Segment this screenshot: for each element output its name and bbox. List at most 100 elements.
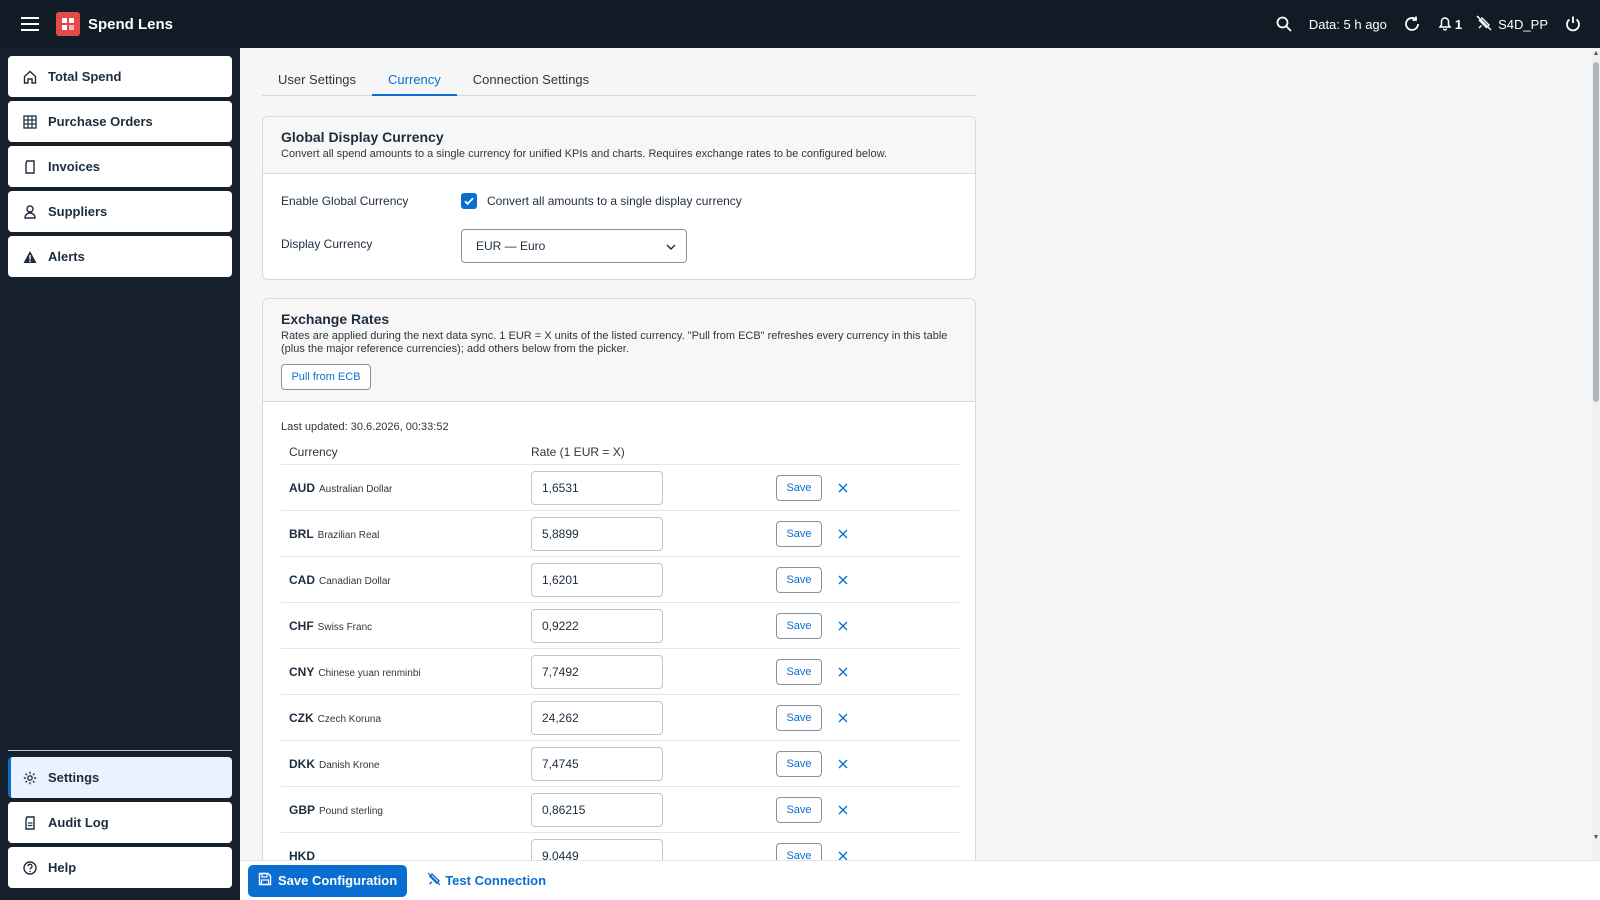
- sidebar-item-settings[interactable]: Settings: [8, 757, 232, 798]
- sidebar-item-label: Help: [48, 860, 77, 875]
- row-actions: Save: [776, 842, 850, 861]
- rate-input[interactable]: 5,8899: [531, 516, 663, 551]
- save-rate-button[interactable]: Save: [776, 796, 822, 823]
- user-menu[interactable]: S4D_PP: [1476, 15, 1548, 34]
- pull-from-ecb-button[interactable]: Pull from ECB: [281, 364, 371, 390]
- remove-rate-icon[interactable]: [836, 803, 850, 817]
- currency-code: GBP: [289, 803, 316, 817]
- currency-code: CNY: [289, 665, 315, 679]
- rate-input[interactable]: 7,4745: [531, 746, 663, 781]
- sidebar-item-audit-log[interactable]: Audit Log: [8, 802, 232, 843]
- app-logo[interactable]: [56, 12, 80, 36]
- tab-connection-settings[interactable]: Connection Settings: [457, 62, 605, 96]
- test-connection-button[interactable]: Test Connection: [427, 865, 546, 897]
- table-row: AUD Australian Dollar 1,6531 Save: [281, 465, 959, 511]
- row-actions: Save: [776, 796, 850, 823]
- table-row: HKD 9,0449 Save: [281, 833, 959, 860]
- scrollbar-thumb[interactable]: [1593, 62, 1599, 402]
- remove-rate-icon[interactable]: [836, 481, 850, 495]
- refresh-icon[interactable]: [1401, 13, 1423, 35]
- table-header-row: Currency Rate (1 EUR = X): [281, 439, 959, 465]
- table-row: CNY Chinese yuan renminbi 7,7492 Save: [281, 649, 959, 695]
- table-row: BRL Brazilian Real 5,8899 Save: [281, 511, 959, 557]
- remove-rate-icon[interactable]: [836, 711, 850, 725]
- display-currency-select[interactable]: EUR — Euro: [461, 229, 687, 263]
- sidebar-item-alerts[interactable]: Alerts: [8, 236, 232, 277]
- sidebar-item-invoices[interactable]: Invoices: [8, 146, 232, 187]
- rate-cell: 7,7492: [531, 654, 776, 689]
- sidebar-item-purchase-orders[interactable]: Purchase Orders: [8, 101, 232, 142]
- table-row: DKK Danish Krone 7,4745 Save: [281, 741, 959, 787]
- connection-icon: [427, 872, 441, 889]
- exchange-rates-table: Currency Rate (1 EUR = X) AUD Australian …: [281, 439, 959, 860]
- remove-rate-icon[interactable]: [836, 665, 850, 679]
- save-rate-button[interactable]: Save: [776, 612, 822, 639]
- settings-tabs: User Settings Currency Connection Settin…: [262, 62, 976, 96]
- save-rate-button[interactable]: Save: [776, 474, 822, 501]
- display-currency-label: Display Currency: [281, 237, 373, 251]
- gear-icon: [22, 770, 38, 786]
- scroll-up-icon[interactable]: ▲: [1592, 50, 1600, 58]
- remove-rate-icon[interactable]: [836, 573, 850, 587]
- notifications-button[interactable]: 1: [1437, 15, 1462, 34]
- row-actions: Save: [776, 474, 850, 501]
- currency-cell: GBP Pound sterling: [281, 802, 531, 817]
- warning-icon: [22, 249, 38, 265]
- remove-rate-icon[interactable]: [836, 619, 850, 633]
- rate-input[interactable]: 9,0449: [531, 838, 663, 860]
- remove-rate-icon[interactable]: [836, 849, 850, 861]
- save-rate-button[interactable]: Save: [776, 658, 822, 685]
- sidebar-item-label: Suppliers: [48, 204, 108, 219]
- page-scrollbar[interactable]: ▲ ▼: [1592, 48, 1600, 860]
- currency-code: BRL: [289, 527, 314, 541]
- display-currency-value: EUR — Euro: [476, 239, 546, 253]
- user-name: S4D_PP: [1498, 16, 1548, 32]
- scroll-down-icon[interactable]: ▼: [1592, 834, 1600, 842]
- currency-name: Chinese yuan renminbi: [318, 668, 421, 679]
- sidebar-item-total-spend[interactable]: Total Spend: [8, 56, 232, 97]
- rate-input[interactable]: 7,7492: [531, 654, 663, 689]
- currency-code: CAD: [289, 573, 315, 587]
- save-rate-button[interactable]: Save: [776, 842, 822, 860]
- rate-input[interactable]: 0,86215: [531, 792, 663, 827]
- rate-input[interactable]: 1,6531: [531, 470, 663, 505]
- rate-cell: 0,86215: [531, 792, 776, 827]
- chevron-down-icon: [666, 239, 676, 253]
- column-header-rate: Rate (1 EUR = X): [531, 444, 625, 459]
- save-rate-button[interactable]: Save: [776, 704, 822, 731]
- remove-rate-icon[interactable]: [836, 527, 850, 541]
- document-icon: [22, 159, 38, 175]
- rate-cell: 1,6531: [531, 470, 776, 505]
- row-actions: Save: [776, 704, 850, 731]
- rate-input[interactable]: 1,6201: [531, 562, 663, 597]
- tab-user-settings[interactable]: User Settings: [262, 62, 372, 96]
- sidebar-item-label: Invoices: [48, 159, 101, 174]
- row-actions: Save: [776, 520, 850, 547]
- rate-input[interactable]: 24,262: [531, 700, 663, 735]
- sidebar-item-label: Total Spend: [48, 69, 122, 84]
- card-title: Exchange Rates: [281, 311, 390, 327]
- save-rate-button[interactable]: Save: [776, 566, 822, 593]
- save-rate-button[interactable]: Save: [776, 750, 822, 777]
- main-content: User Settings Currency Connection Settin…: [240, 48, 1584, 860]
- disconnected-icon: [1476, 15, 1492, 34]
- hamburger-menu-icon[interactable]: [16, 10, 44, 38]
- save-configuration-button[interactable]: Save Configuration: [248, 864, 408, 897]
- tab-currency[interactable]: Currency: [372, 62, 457, 96]
- rate-cell: 1,6201: [531, 562, 776, 597]
- sidebar-item-help[interactable]: Help: [8, 847, 232, 888]
- enable-global-currency-row: Enable Global Currency Convert all amoun…: [281, 193, 742, 209]
- currency-name: Swiss Franc: [317, 622, 373, 633]
- app-title: Spend Lens: [88, 15, 174, 33]
- remove-rate-icon[interactable]: [836, 757, 850, 771]
- power-icon[interactable]: [1562, 13, 1584, 35]
- rate-input[interactable]: 0,9222: [531, 608, 663, 643]
- save-rate-button[interactable]: Save: [776, 520, 822, 547]
- exchange-rates-card: Exchange Rates Rates are applied during …: [262, 298, 976, 860]
- enable-global-currency-checkbox[interactable]: [461, 193, 477, 209]
- search-icon[interactable]: [1273, 13, 1295, 35]
- card-header: Global Display Currency Convert all spen…: [263, 117, 975, 174]
- row-actions: Save: [776, 750, 850, 777]
- sidebar-item-suppliers[interactable]: Suppliers: [8, 191, 232, 232]
- enable-global-currency-label: Enable Global Currency: [281, 194, 409, 208]
